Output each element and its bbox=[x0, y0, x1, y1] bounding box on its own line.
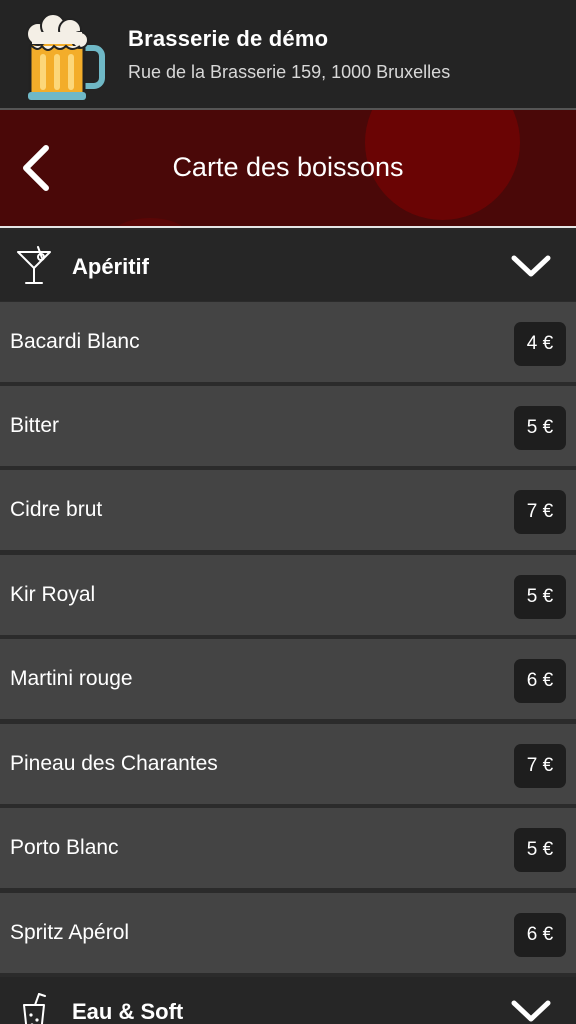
title-bar: Carte des boissons bbox=[0, 110, 576, 228]
item-name: Kir Royal bbox=[10, 583, 96, 606]
price-badge: 6 € bbox=[514, 659, 566, 703]
item-name: Cidre brut bbox=[10, 498, 103, 521]
brand-header: Brasserie de démo Rue de la Brasserie 15… bbox=[0, 0, 576, 110]
list-item[interactable]: Martini rouge 6 € bbox=[0, 639, 576, 719]
category-label: Eau & Soft bbox=[72, 999, 184, 1024]
item-name: Martini rouge bbox=[10, 667, 133, 690]
brand-address: Rue de la Brasserie 159, 1000 Bruxelles bbox=[128, 62, 451, 82]
price-badge: 7 € bbox=[514, 490, 566, 534]
price-badge: 5 € bbox=[514, 828, 566, 872]
category-header-aperitif[interactable]: Apéritif bbox=[0, 230, 576, 301]
chevron-down-icon bbox=[511, 1000, 551, 1022]
decorative-circle bbox=[110, 218, 190, 226]
app: Brasserie de démo Rue de la Brasserie 15… bbox=[0, 0, 576, 1024]
list-item[interactable]: Spritz Apérol 6 € bbox=[0, 893, 576, 973]
category-header-eau-soft[interactable]: Eau & Soft bbox=[0, 977, 576, 1024]
price-badge: 6 € bbox=[514, 913, 566, 957]
list-item[interactable]: Bitter 5 € bbox=[0, 386, 576, 466]
brand-name: Brasserie de démo bbox=[128, 26, 329, 51]
chevron-down-icon bbox=[511, 255, 551, 277]
soda-cup-icon bbox=[23, 993, 46, 1024]
item-name: Bacardi Blanc bbox=[10, 330, 140, 353]
item-name: Bitter bbox=[10, 414, 60, 437]
page-title: Carte des boissons bbox=[172, 152, 404, 182]
item-name: Pineau des Charantes bbox=[10, 752, 218, 775]
price-badge: 5 € bbox=[514, 406, 566, 450]
list-item[interactable]: Cidre brut 7 € bbox=[0, 470, 576, 550]
list-item[interactable]: Porto Blanc 5 € bbox=[0, 808, 576, 888]
list-item[interactable]: Pineau des Charantes 7 € bbox=[0, 724, 576, 804]
price-badge: 5 € bbox=[514, 575, 566, 619]
item-name: Spritz Apérol bbox=[10, 921, 130, 944]
item-name: Porto Blanc bbox=[10, 836, 119, 859]
category-label: Apéritif bbox=[72, 254, 149, 279]
cocktail-glass-icon bbox=[17, 246, 51, 284]
beer-mug-icon bbox=[26, 13, 105, 100]
list-item[interactable]: Bacardi Blanc 4 € bbox=[0, 302, 576, 382]
list-item[interactable]: Kir Royal 5 € bbox=[0, 555, 576, 635]
price-badge: 4 € bbox=[514, 322, 566, 366]
price-badge: 7 € bbox=[514, 744, 566, 788]
